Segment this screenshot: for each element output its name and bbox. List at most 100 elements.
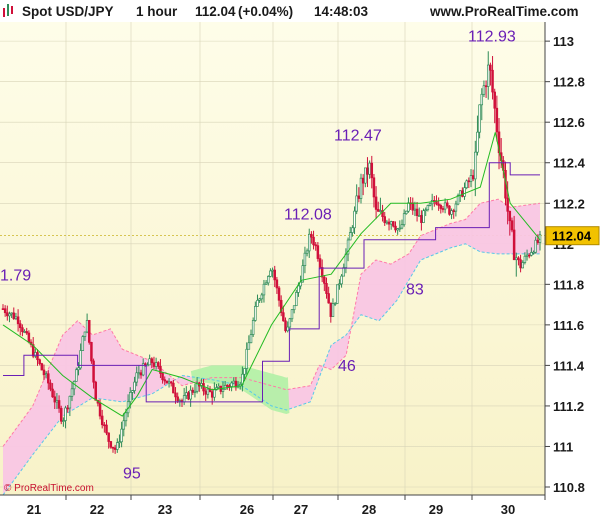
candle-body bbox=[206, 388, 210, 395]
candle-body bbox=[70, 388, 74, 397]
candle-body bbox=[394, 225, 397, 231]
candle-body bbox=[174, 392, 177, 398]
y-tick-label: 112.4 bbox=[553, 156, 586, 171]
y-tick-label: 111.2 bbox=[553, 399, 584, 414]
candle-body bbox=[355, 195, 358, 212]
candle-body bbox=[385, 221, 389, 224]
candle-body bbox=[113, 447, 117, 450]
candle-body bbox=[204, 390, 207, 395]
candle-body bbox=[165, 380, 169, 384]
chart-svg: Spot USD/JPY 1 hour 112.04 (+0.04%) 14:4… bbox=[0, 0, 600, 519]
candle-body bbox=[111, 446, 115, 449]
candle-body bbox=[387, 221, 391, 225]
candle-body bbox=[262, 283, 266, 296]
candle-body bbox=[372, 177, 376, 198]
candle-body bbox=[493, 91, 496, 109]
candle-body bbox=[517, 257, 520, 261]
candle-body bbox=[482, 85, 486, 95]
candle-body bbox=[424, 209, 427, 212]
y-tick-label: 110.8 bbox=[553, 480, 585, 495]
candle-body bbox=[495, 107, 499, 133]
candle-body bbox=[297, 285, 300, 293]
candle-body bbox=[366, 167, 369, 175]
candle-body bbox=[357, 195, 361, 199]
candle-body bbox=[525, 254, 529, 257]
candle-body bbox=[489, 64, 492, 71]
candle-body bbox=[260, 294, 264, 300]
candle-body bbox=[437, 203, 440, 206]
candle-body bbox=[422, 210, 425, 223]
candle-body bbox=[523, 255, 527, 263]
candle-body bbox=[40, 363, 44, 371]
candle-body bbox=[100, 415, 104, 426]
x-tick-label: 29 bbox=[429, 502, 443, 517]
candle-body bbox=[210, 391, 214, 398]
current-price-tag: 112.04 bbox=[545, 226, 600, 246]
candle-body bbox=[273, 269, 276, 281]
candle-body bbox=[131, 390, 134, 393]
candle-body bbox=[452, 210, 455, 212]
candle-body bbox=[400, 224, 404, 229]
candle-body bbox=[247, 342, 251, 350]
candle-body bbox=[92, 360, 95, 383]
candle-body bbox=[532, 251, 535, 254]
candle-body bbox=[83, 331, 87, 337]
candle-body bbox=[439, 205, 443, 209]
candle-body bbox=[316, 245, 320, 259]
candle-body bbox=[14, 316, 18, 320]
candle-body bbox=[55, 400, 59, 403]
candle-body bbox=[530, 252, 533, 256]
candle-body bbox=[213, 389, 216, 398]
candle-body bbox=[36, 352, 39, 361]
candle-body bbox=[42, 369, 46, 376]
candle-body bbox=[182, 395, 186, 403]
candle-body bbox=[484, 85, 488, 88]
candle-body bbox=[256, 299, 259, 307]
candle-body bbox=[307, 233, 311, 252]
y-tick-label: 111.4 bbox=[553, 358, 585, 373]
candle-body bbox=[284, 320, 287, 332]
candle-body bbox=[476, 131, 479, 153]
candle-body bbox=[254, 306, 257, 321]
candle-body bbox=[59, 407, 63, 422]
candle-body bbox=[109, 441, 113, 448]
candle-body bbox=[232, 380, 236, 384]
candle-body bbox=[98, 402, 102, 417]
candle-body bbox=[172, 382, 175, 394]
candle-body bbox=[21, 327, 24, 333]
candle-body bbox=[325, 283, 328, 294]
plot-background bbox=[0, 22, 545, 495]
chart: Spot USD/JPY 1 hour 112.04 (+0.04%) 14:4… bbox=[0, 0, 600, 519]
price-annotation: 112.47 bbox=[334, 128, 382, 145]
candle-body bbox=[245, 348, 248, 369]
candle-body bbox=[157, 362, 160, 367]
candle-body bbox=[103, 424, 106, 427]
candle-body bbox=[527, 254, 531, 257]
candle-body bbox=[295, 292, 298, 307]
candle-body bbox=[217, 385, 220, 388]
x-tick-label: 30 bbox=[501, 502, 515, 517]
candle-body bbox=[392, 221, 395, 227]
candle-body bbox=[411, 202, 415, 211]
candle-body bbox=[202, 383, 205, 392]
candle-body bbox=[38, 359, 41, 364]
candle-body bbox=[221, 388, 225, 392]
candle-body bbox=[377, 209, 380, 212]
candle-body bbox=[122, 420, 126, 430]
candle-body bbox=[448, 205, 451, 215]
candle-body bbox=[353, 210, 356, 229]
candle-body bbox=[128, 391, 132, 403]
candle-body bbox=[107, 432, 110, 442]
candle-body bbox=[150, 358, 154, 364]
candle-body bbox=[428, 203, 432, 206]
candle-body bbox=[290, 309, 294, 320]
candle-body bbox=[230, 382, 233, 387]
candle-body bbox=[282, 312, 285, 322]
candle-body bbox=[94, 381, 97, 401]
candle-body bbox=[161, 373, 164, 381]
y-tick-label: 112.8 bbox=[553, 75, 585, 90]
candle-body bbox=[10, 312, 13, 315]
price-annotation: 46 bbox=[338, 358, 356, 375]
candle-body bbox=[77, 367, 80, 371]
candle-body bbox=[467, 180, 471, 183]
